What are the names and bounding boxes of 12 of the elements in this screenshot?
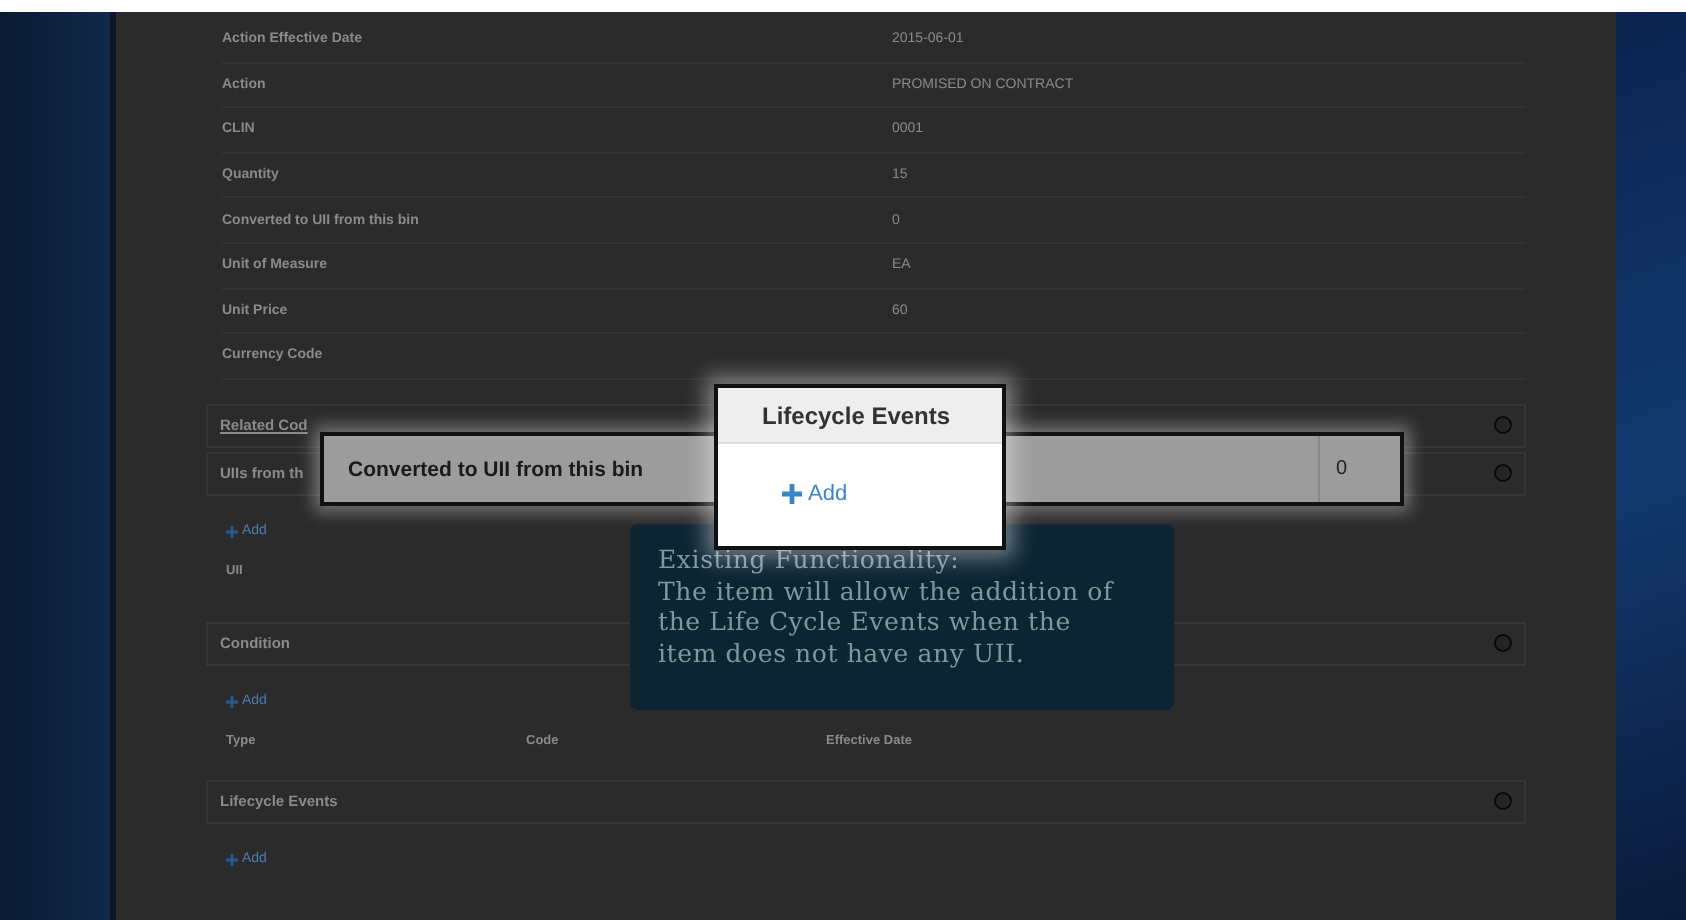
collapse-icon[interactable] — [1494, 416, 1512, 435]
plus-icon — [226, 853, 238, 866]
plus-icon — [226, 525, 238, 538]
tooltip-text: Existing Functionality: The item will allow the addition of the Life Cycle Events when the item does not have any UII. — [658, 544, 1114, 668]
collapse-icon[interactable] — [1494, 634, 1512, 653]
collapse-icon[interactable] — [1494, 792, 1512, 811]
popup-title: Lifecycle Events — [718, 388, 1002, 444]
add-link[interactable]: Add — [782, 482, 848, 506]
collapse-icon[interactable] — [1494, 464, 1512, 483]
field-value: 0 — [1334, 458, 1348, 480]
plus-icon — [226, 695, 238, 708]
plus-icon — [782, 484, 802, 504]
